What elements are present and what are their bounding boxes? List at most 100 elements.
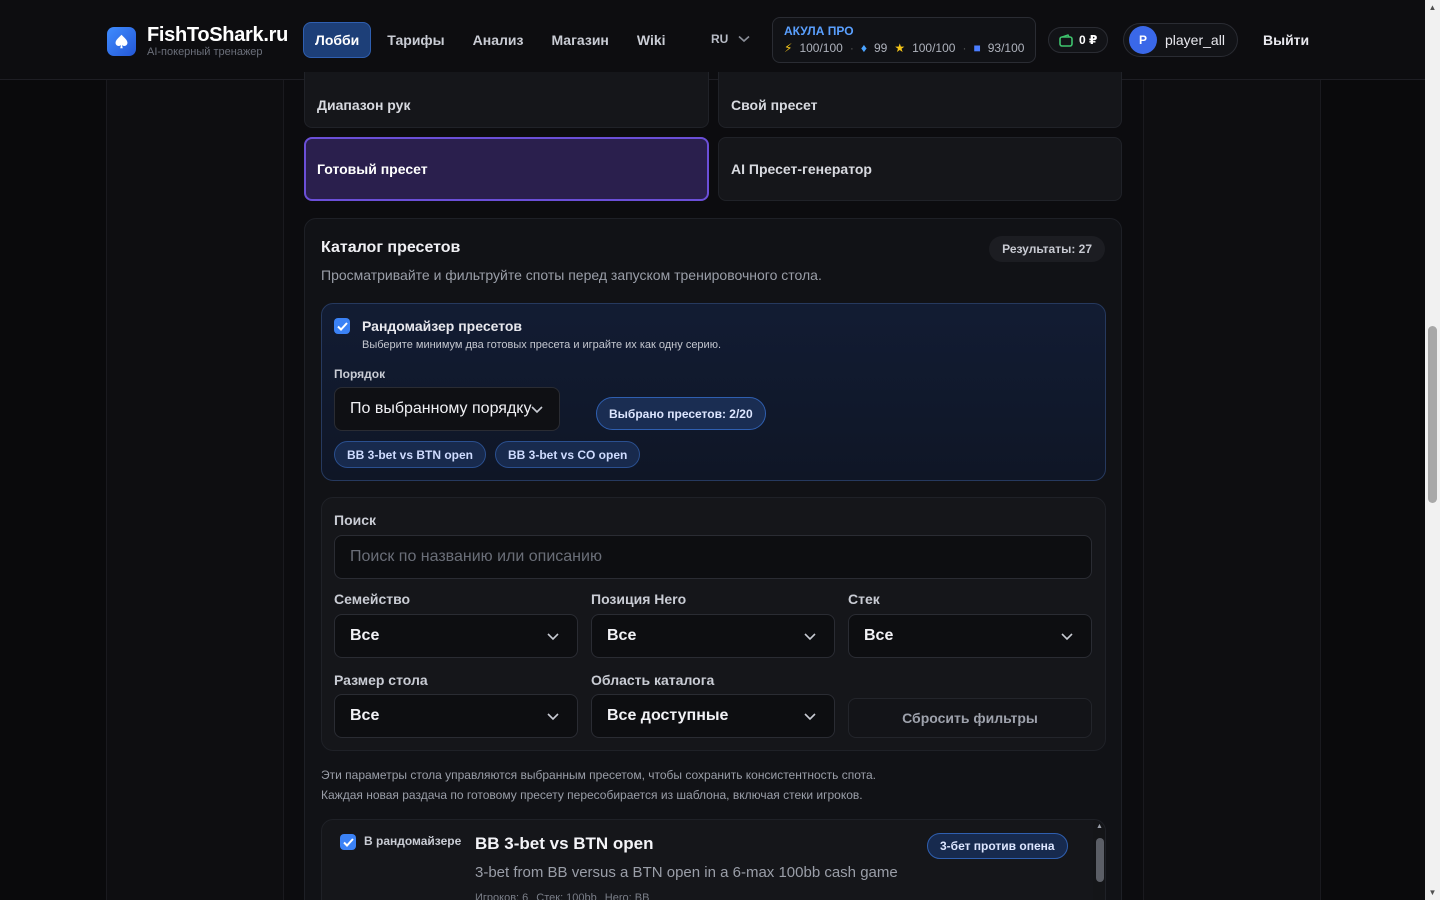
results-badge: Результаты: 27	[989, 236, 1105, 262]
preset-meta: Игроков: 6 Стек: 100bb Hero: BB	[475, 892, 649, 900]
order-label: Порядок	[334, 367, 386, 381]
selected-count-badge: Выбрано пресетов: 2/20	[596, 397, 766, 430]
language-label: RU	[711, 32, 729, 46]
avatar: P	[1129, 26, 1157, 54]
chevron-down-icon	[531, 406, 543, 414]
selected-preset-tag[interactable]: BB 3-bet vs BTN open	[334, 441, 487, 468]
page-scroll-thumb[interactable]	[1428, 326, 1437, 503]
template-note: Каждая новая раздача по готовому пресету…	[321, 788, 863, 802]
mode-ready-preset[interactable]: Готовый пресет	[304, 137, 709, 201]
mode-ready-preset-label: Готовый пресет	[317, 161, 428, 177]
balance-value: 0 ₽	[1079, 33, 1098, 47]
hero-meta: Hero: BB	[604, 892, 650, 900]
catalog-subtitle: Просматривайте и фильтруйте споты перед …	[321, 267, 822, 283]
table-size-value: Все	[350, 707, 380, 724]
brand-name: FishToShark.ru	[147, 24, 289, 46]
left-side-panel	[106, 80, 284, 900]
mode-custom-preset-label: Свой пресет	[731, 96, 818, 113]
wallet-balance[interactable]: 0 ₽	[1048, 27, 1109, 53]
preset-randomizer: Рандомайзер пресетов Выберите минимум дв…	[321, 303, 1106, 481]
language-selector[interactable]: RU	[711, 32, 750, 46]
catalog-scope-label: Область каталога	[591, 672, 715, 688]
chevron-down-icon	[738, 35, 750, 43]
mode-ai-generator[interactable]: AI Пресет-генератор	[718, 137, 1122, 201]
family-label: Семейство	[334, 591, 411, 607]
stack-select[interactable]: Все	[848, 614, 1092, 658]
energy-value: 100/100	[799, 41, 843, 55]
search-label: Поиск	[334, 512, 377, 528]
user-menu[interactable]: P player_all	[1123, 23, 1238, 57]
stack-value: Все	[864, 627, 894, 644]
catalog-scope-value: Все доступные	[607, 707, 729, 724]
chevron-down-icon	[547, 713, 559, 721]
scroll-down-arrow-icon[interactable]: ▼	[1425, 885, 1440, 900]
brand-logo[interactable]: FishToShark.ru AI-покерный тренажер	[107, 24, 288, 58]
plan-title: АКУЛА ПРО	[784, 24, 854, 38]
nav-shop[interactable]: Магазин	[539, 22, 620, 58]
preset-list: В рандомайзере BB 3-bet vs BTN open 3-be…	[321, 819, 1106, 900]
order-value: По выбранному порядку	[350, 400, 532, 417]
nav-analysis[interactable]: Анализ	[461, 22, 536, 58]
plan-stats: ⚡ 100/100 · ♦ 99 ★ 100/100 · ■ 93/100	[784, 41, 1025, 55]
selected-preset-tag[interactable]: BB 3-bet vs CO open	[495, 441, 641, 468]
right-side-panel	[1143, 80, 1321, 900]
page-scrollbar[interactable]: ▲ ▼	[1425, 0, 1440, 900]
wallet-icon	[1059, 33, 1073, 47]
family-select[interactable]: Все	[334, 614, 578, 658]
preset-catalog: Каталог пресетов Просматривайте и фильтр…	[304, 218, 1122, 900]
table-size-select[interactable]: Все	[334, 694, 578, 738]
preset-list-scrollbar[interactable]: ▲	[1093, 820, 1105, 900]
checkmark-icon	[342, 837, 354, 847]
reset-filters-button[interactable]: Сбросить фильтры	[848, 698, 1092, 738]
players-meta: Игроков: 6	[475, 892, 529, 900]
stack-meta: Стек: 100bb	[536, 892, 597, 900]
order-select[interactable]: По выбранному порядку	[334, 387, 560, 431]
stars-value: 100/100	[912, 41, 956, 55]
spade-logo-icon	[107, 26, 136, 56]
chevron-down-icon	[547, 633, 559, 641]
nav-wiki[interactable]: Wiki	[625, 22, 678, 58]
chevron-down-icon	[804, 713, 816, 721]
chevron-down-icon	[1061, 633, 1073, 641]
diamond-icon: ♦	[860, 41, 867, 55]
nav-lobby[interactable]: Лобби	[303, 22, 372, 58]
mode-hand-range-label: Диапазон рук	[317, 96, 411, 113]
randomizer-title: Рандомайзер пресетов	[362, 318, 523, 334]
catalog-scope-select[interactable]: Все доступные	[591, 694, 835, 738]
chevron-down-icon	[804, 633, 816, 641]
preset-title[interactable]: BB 3-bet vs BTN open	[475, 834, 654, 854]
gems-value: 99	[873, 41, 888, 55]
star-icon: ★	[894, 41, 906, 55]
hero-position-label: Позиция Hero	[591, 591, 687, 607]
hero-position-value: Все	[607, 627, 637, 644]
lightning-icon: ⚡	[784, 41, 793, 55]
hero-position-select[interactable]: Все	[591, 614, 835, 658]
table-params-note: Эти параметры стола управляются выбранны…	[321, 768, 877, 782]
main-nav: Лобби Тарифы Анализ Магазин Wiki	[303, 22, 678, 58]
filters-panel: Поиск Семейство Все Позиция Hero Все Сте…	[321, 497, 1106, 751]
scroll-up-arrow-icon[interactable]: ▲	[1425, 0, 1440, 15]
scroll-up-arrow-icon[interactable]: ▲	[1096, 823, 1103, 830]
family-value: Все	[350, 627, 380, 644]
mode-ai-generator-label: AI Пресет-генератор	[731, 161, 872, 177]
chips-value: 93/100	[987, 41, 1025, 55]
mode-custom-preset[interactable]: Свой пресет	[718, 72, 1122, 128]
search-input[interactable]	[334, 535, 1092, 579]
logout-button[interactable]: Выйти	[1263, 32, 1309, 48]
top-navigation-bar: FishToShark.ru AI-покерный тренажер Лобб…	[0, 0, 1425, 80]
brand-tagline: AI-покерный тренажер	[147, 46, 263, 58]
preset-list-scroll-thumb[interactable]	[1096, 838, 1104, 882]
table-size-label: Размер стола	[334, 672, 428, 688]
plan-status-card[interactable]: АКУЛА ПРО ⚡ 100/100 · ♦ 99 ★ 100/100 · ■…	[772, 17, 1036, 63]
randomizer-subtitle: Выберите минимум два готовых пресета и и…	[362, 339, 722, 351]
checkmark-icon	[336, 321, 348, 331]
nav-tariffs[interactable]: Тарифы	[375, 22, 456, 58]
mode-hand-range[interactable]: Диапазон рук	[304, 72, 709, 128]
in-randomizer-label: В рандомайзере	[364, 834, 462, 848]
stack-label: Стек	[848, 591, 880, 607]
randomizer-checkbox[interactable]	[334, 318, 350, 334]
preset-family-badge: 3-бет против опена	[927, 833, 1068, 859]
preset-description: 3-bet from BB versus a BTN open in a 6-m…	[475, 864, 898, 881]
catalog-title: Каталог пресетов	[321, 239, 461, 256]
preset-randomizer-checkbox[interactable]	[340, 834, 356, 850]
